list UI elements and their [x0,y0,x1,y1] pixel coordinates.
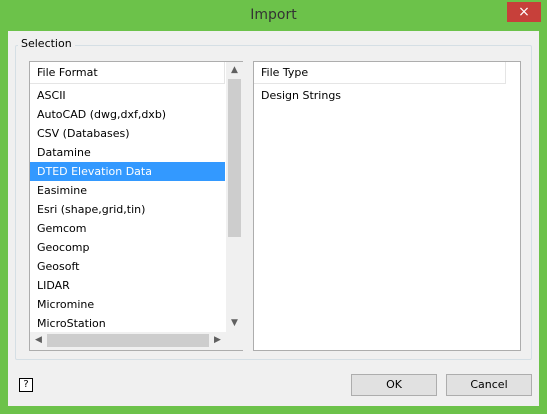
file-format-item-selected[interactable]: DTED Elevation Data [30,162,225,181]
close-button[interactable]: × [507,2,541,22]
scroll-left-icon[interactable]: ◀ [30,332,47,349]
file-format-item[interactable]: CSV (Databases) [30,124,225,143]
horizontal-scrollbar[interactable]: ◀ ▶ [30,332,226,350]
file-format-item[interactable]: MicroStation [30,314,225,333]
file-type-items: Design Strings [254,86,506,105]
import-dialog: Import × Selection File Format ASCII Aut… [0,0,547,414]
file-format-item[interactable]: ASCII [30,86,225,105]
file-format-header[interactable]: File Format [30,62,225,84]
dialog-client: Selection File Format ASCII AutoCAD (dwg… [8,31,539,406]
file-type-header[interactable]: File Type [254,62,506,84]
file-format-item[interactable]: AutoCAD (dwg,dxf,dxb) [30,105,225,124]
scroll-right-icon[interactable]: ▶ [209,332,226,349]
ok-button[interactable]: OK [351,374,437,396]
selection-group-title: Selection [18,37,75,50]
scrollbar-corner [226,332,243,350]
window-title: Import [250,7,297,23]
file-format-item[interactable]: LIDAR [30,276,225,295]
scroll-up-icon[interactable]: ▲ [226,62,243,79]
file-format-item[interactable]: Esri (shape,grid,tin) [30,200,225,219]
file-format-items: ASCII AutoCAD (dwg,dxf,dxb) CSV (Databas… [30,86,225,333]
file-type-item[interactable]: Design Strings [254,86,506,105]
file-format-item[interactable]: Geocomp [30,238,225,257]
file-type-list[interactable]: File Type Design Strings [253,61,521,351]
file-format-list[interactable]: File Format ASCII AutoCAD (dwg,dxf,dxb) … [29,61,243,351]
title-bar[interactable]: Import × [0,0,547,32]
cancel-button[interactable]: Cancel [446,374,532,396]
vertical-scrollbar[interactable]: ▲ ▼ [226,62,243,332]
help-icon[interactable]: ? [19,378,33,392]
horizontal-scroll-thumb[interactable] [47,334,209,347]
vertical-scroll-thumb[interactable] [228,79,241,237]
scroll-down-icon[interactable]: ▼ [226,315,243,332]
file-format-item[interactable]: Easimine [30,181,225,200]
file-format-item[interactable]: Gemcom [30,219,225,238]
file-format-item[interactable]: Micromine [30,295,225,314]
file-format-item[interactable]: Geosoft [30,257,225,276]
file-format-item[interactable]: Datamine [30,143,225,162]
